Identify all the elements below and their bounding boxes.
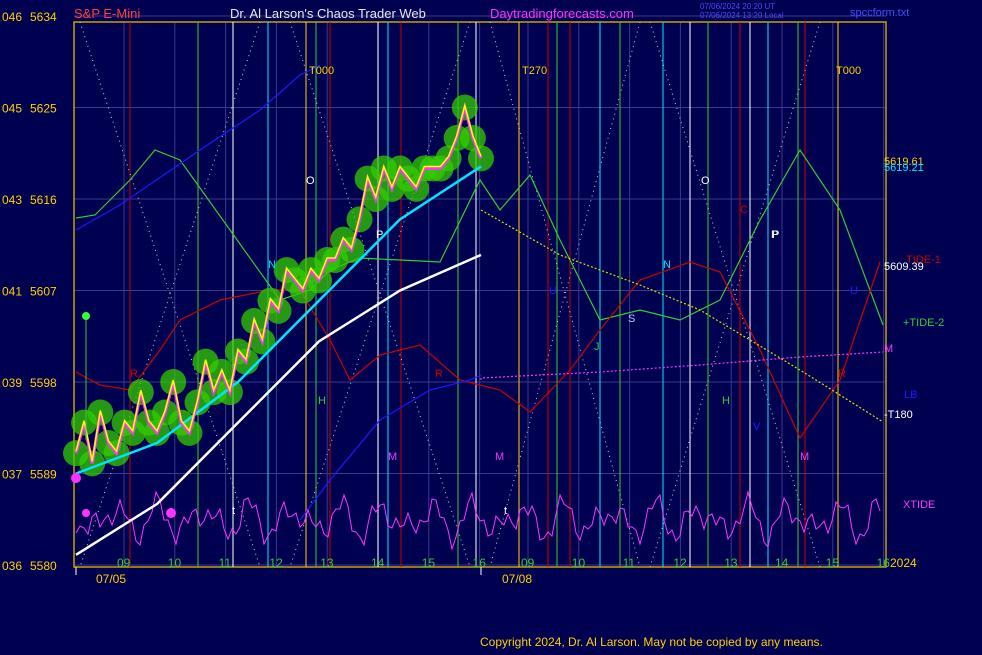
right-label-4: +TIDE-2 [903,317,944,329]
y-tick-left-4: 039 [2,376,22,390]
chart-letter-12: H [722,395,730,407]
background [0,0,982,650]
timestamp-ut: 07/06/2024 20:20 UT [700,2,775,11]
marker-dot-green [82,312,90,320]
right-label-7: -T180 [884,409,913,421]
chart-letter-21: V [753,421,761,433]
chaos-trader-chart: T000 T270 T0005619.615619.21TIDE-15609.39+… [0,0,982,650]
copyright: Copyright 2024, Dr. Al Larson. May not b… [480,635,823,649]
y-tick-value-1: 5625 [30,102,57,116]
chart-letter-14: C [740,204,748,216]
x-tick-12: 13 [724,556,738,570]
x-tick-1: 10 [168,556,182,570]
marker-label-1: T270 [522,65,547,77]
year-label: 2024 [890,556,917,570]
chart-letter-22: U [850,285,858,297]
y-tick-left-5: 037 [2,468,22,482]
marker-dot-magenta-2 [82,509,90,517]
symbol-title: S&P E-Mini [74,6,140,21]
y-tick-value-6: 5580 [30,559,57,573]
date-label-0: 07/05 [96,572,126,586]
chart-letter-5: M [388,451,397,463]
chart-letter-17: t [232,505,235,517]
right-label-3: 5609.39 [884,261,924,273]
chart-letter-10: S [628,313,635,325]
timestamp-local: 07/06/2024 13:20 Local [700,11,784,20]
x-tick-2: 11 [219,556,232,570]
x-tick-4: 13 [320,556,334,570]
chart-title: Dr. Al Larson's Chaos Trader Web [230,6,426,21]
chart-letter-15: R [838,368,846,380]
chart-letter-4: R [435,368,443,380]
right-label-8: XTIDE [903,499,935,511]
y-tick-value-0: 5634 [30,10,57,24]
y-tick-left-3: 041 [2,285,22,299]
chart-letter-0: R [130,368,138,380]
x-tick-13: 14 [775,556,789,570]
x-tick-9: 10 [572,556,586,570]
date-label-1: 07/08 [502,572,532,586]
marker-dot-magenta-3 [166,508,176,518]
x-tick-14: 15 [826,556,840,570]
x-tick-0: 09 [117,556,131,570]
site-link[interactable]: Daytradingforecasts.com [490,6,634,21]
y-tick-left-1: 045 [2,102,22,116]
x-tick-11: 12 [673,556,687,570]
chart-area: T000 T270 T000 5619.61 5619.21 TIDE-1 5609.39 +… [0,0,982,650]
chart-letter-9: N [663,259,671,271]
chart-letter-13: P [772,229,779,241]
x-tick-8: 09 [521,556,535,570]
chart-letter-16: M [800,451,809,463]
x-tick-15: 16 [877,556,891,570]
x-tick-5: 14 [371,556,385,570]
chart-letter-20: U [549,285,557,297]
chart-letter-2: P [376,229,383,241]
y-tick-left-6: 036 [2,559,22,573]
chart-letter-11: J [594,341,600,353]
right-label-1: 5619.21 [884,162,924,174]
y-tick-value-4: 5598 [30,376,57,390]
y-tick-left-2: 043 [2,193,22,207]
y-tick-left-0: 046 [2,10,22,24]
chart-letter-8: O [701,175,710,187]
chart-letter-19: N [268,259,276,271]
x-tick-3: 12 [269,556,283,570]
y-tick-value-2: 5616 [30,193,57,207]
y-tick-value-5: 5589 [30,468,57,482]
x-tick-7: 16 [473,556,487,570]
marker-dot-magenta-1 [71,473,81,483]
right-label-5: M [884,343,893,355]
chart-letter-1: H [318,395,326,407]
chart-letter-18: t [504,505,507,517]
y-tick-value-3: 5607 [30,285,57,299]
marker-label-2: T000 [836,65,861,77]
file-name: spccform.txt [850,7,909,19]
marker-label-0: T000 [309,65,334,77]
right-label-6: LB [904,389,917,401]
x-tick-10: 11 [623,556,636,570]
chart-letter-6: M [495,451,504,463]
x-tick-6: 15 [422,556,436,570]
chart-letter-3: O [306,175,315,187]
